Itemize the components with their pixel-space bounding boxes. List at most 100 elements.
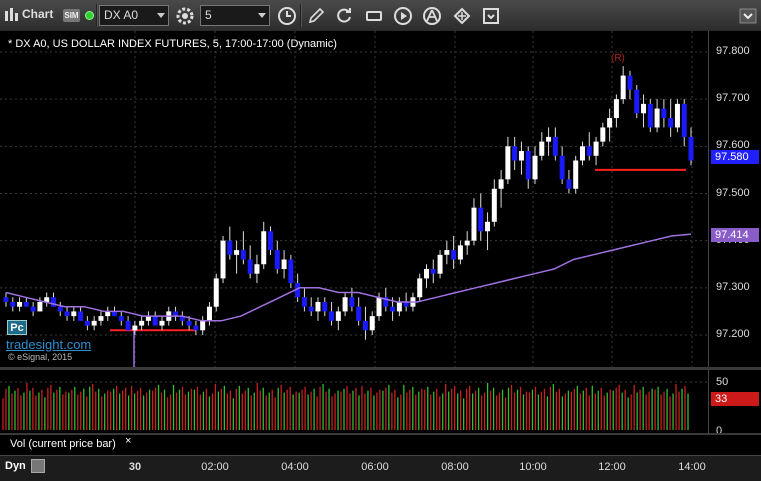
candle-body: [78, 311, 84, 321]
candle-body: [152, 316, 158, 326]
alert-icon[interactable]: [422, 6, 442, 26]
candle-body: [607, 118, 613, 128]
candle-body: [491, 188, 497, 222]
scroll-icon[interactable]: [481, 6, 501, 26]
volume-tick: 50: [716, 376, 729, 388]
volume-tick: 0: [716, 425, 723, 437]
price-tick: 97.700: [716, 92, 750, 105]
candle-body: [98, 316, 104, 321]
candle-body: [50, 297, 56, 307]
interval-input[interactable]: 5: [200, 5, 270, 26]
toolbar-separator: [300, 4, 302, 27]
candle-body: [139, 320, 145, 326]
candle-body: [498, 179, 504, 189]
candle-body: [539, 141, 545, 156]
pencil-icon[interactable]: [306, 6, 326, 26]
symbol-dropdown-icon[interactable]: [157, 13, 165, 18]
candle-body: [451, 250, 457, 260]
candle-body: [647, 103, 653, 128]
time-tick: 04:00: [281, 461, 309, 473]
candle-body: [84, 320, 90, 326]
price-tick: 97.200: [716, 328, 750, 340]
candle-body: [579, 146, 585, 161]
candle-body: [661, 108, 667, 119]
candle-body: [64, 311, 70, 317]
lock-icon[interactable]: [31, 459, 45, 473]
dyn-label[interactable]: Dyn: [5, 460, 26, 472]
candle-body: [57, 306, 63, 312]
volume-axis[interactable]: 50 33 0: [708, 370, 761, 437]
time-tick: 12:00: [598, 461, 626, 473]
settings-gear-icon[interactable]: [175, 6, 195, 26]
interval-value: 5: [205, 8, 212, 22]
candle-body: [681, 103, 687, 137]
price-plot[interactable]: [0, 31, 708, 367]
candle-body: [478, 207, 484, 232]
candle-body: [437, 254, 443, 274]
candle-body: [566, 179, 572, 189]
candle-body: [620, 75, 626, 100]
candle-body: [634, 89, 640, 114]
time-tick: 14:00: [678, 461, 706, 473]
chart-label: Chart: [22, 7, 54, 21]
moving-average-price-tag: 97.414: [711, 228, 759, 242]
volume-last-tag: 33: [711, 392, 759, 406]
candle-body: [573, 160, 579, 189]
candle-body: [641, 103, 647, 114]
link-dot-icon[interactable]: [85, 11, 94, 20]
menu-scroll-icon[interactable]: [738, 6, 758, 26]
candle-body: [674, 103, 680, 128]
play-icon[interactable]: [393, 6, 413, 26]
candle-body: [3, 297, 9, 302]
candle-body: [254, 264, 260, 274]
chart-window-icon[interactable]: [4, 7, 18, 23]
candle-body: [600, 127, 606, 142]
candle-body: [423, 268, 429, 279]
candle-body: [457, 245, 463, 260]
symbol-value: DX A0: [104, 8, 139, 22]
candle-body: [315, 301, 321, 312]
candle-body: [91, 320, 97, 326]
candle-body: [329, 311, 335, 321]
candle-body: [71, 311, 77, 317]
candle-body: [444, 250, 450, 255]
time-tick: 06:00: [361, 461, 389, 473]
candle-body: [559, 155, 565, 180]
candle-body: [525, 151, 531, 180]
price-tick: 97.800: [716, 45, 750, 57]
candle-body: [125, 320, 131, 331]
refresh-icon[interactable]: [334, 6, 354, 26]
pane-divider: [0, 433, 761, 435]
copyright-text: © eSignal, 2015: [8, 352, 73, 362]
time-tick: 10:00: [519, 461, 547, 473]
candle-body: [37, 301, 43, 312]
candle-body: [532, 155, 538, 180]
candle-body: [186, 320, 192, 326]
price-tick: 97.300: [716, 280, 750, 293]
candle-body: [268, 231, 274, 251]
candle-body: [213, 278, 219, 307]
brand-link[interactable]: tradesight.com: [6, 337, 91, 352]
toolbar: Chart SIM DX A0 5: [0, 0, 761, 32]
clock-icon[interactable]: [277, 6, 297, 26]
chart-title: * DX A0, US DOLLAR INDEX FUTURES, 5, 17:…: [8, 38, 337, 50]
sim-badge[interactable]: SIM: [63, 9, 80, 22]
moving-average-line: [5, 233, 692, 322]
candle-body: [288, 259, 294, 284]
candle-body: [505, 146, 511, 180]
volume-tab-label[interactable]: Vol (current price bar): [10, 438, 116, 450]
candle-body: [118, 316, 124, 321]
cursor-icon[interactable]: [364, 6, 384, 26]
symbol-input[interactable]: DX A0: [99, 5, 169, 26]
interval-dropdown-icon[interactable]: [258, 13, 266, 18]
grid-icon[interactable]: [452, 6, 472, 26]
volume-tab-close-icon[interactable]: ×: [125, 435, 131, 447]
candle-body: [23, 301, 29, 307]
time-tick: 08:00: [441, 461, 469, 473]
pc-logo-icon: Pc: [7, 320, 27, 335]
price-axis[interactable]: 97.80097.70097.60097.50097.40097.30097.2…: [708, 31, 761, 367]
volume-plot[interactable]: [0, 370, 708, 433]
candle-body: [613, 99, 619, 119]
candle-body: [335, 311, 341, 321]
last-price-tag: 97.580: [711, 150, 759, 164]
